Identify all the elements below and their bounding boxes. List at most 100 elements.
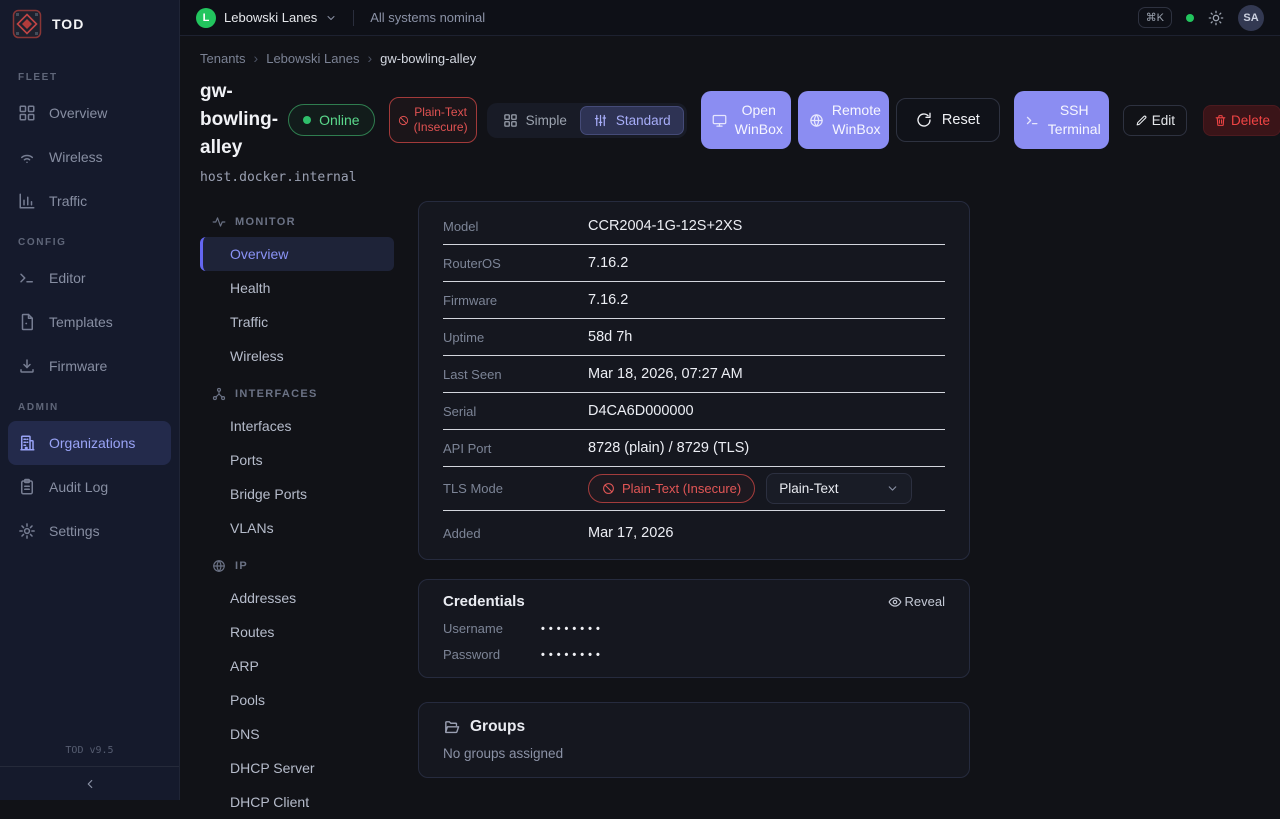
pencil-icon (1135, 114, 1148, 127)
sidebar-item-overview[interactable]: Overview (8, 91, 171, 135)
logo-row: TOD (0, 0, 179, 48)
terminal-icon (18, 269, 36, 287)
subnav-group-ip: IP (200, 551, 394, 581)
app-version: TOD v9.5 (0, 745, 179, 766)
online-dot-icon (303, 116, 311, 124)
sidebar-item-label: Traffic (49, 193, 87, 209)
grid-icon (18, 104, 36, 122)
subnav-item-dhcp-server[interactable]: DHCP Server (200, 751, 394, 785)
security-badge: Plain-Text (Insecure) (389, 97, 477, 143)
activity-icon (212, 215, 226, 229)
folder-icon (443, 719, 460, 736)
subnav-item-dhcp-client[interactable]: DHCP Client (200, 785, 394, 819)
sidebar-item-label: Editor (49, 270, 86, 286)
view-toggle-standard[interactable]: Standard (580, 106, 684, 135)
tls-mode-select[interactable]: Plain-Text (766, 473, 912, 504)
subnav-item-wireless[interactable]: Wireless (200, 339, 394, 373)
detail-row-added: Added Mar 17, 2026 (443, 511, 945, 555)
download-icon (18, 357, 36, 375)
subnav-item-bridge-ports[interactable]: Bridge Ports (200, 477, 394, 511)
terminal-icon (1025, 113, 1040, 128)
sidebar-item-label: Organizations (49, 435, 135, 451)
detail-row-firmware: Firmware 7.16.2 (443, 282, 945, 319)
device-subnav: MONITOR Overview Health Traffic Wireless… (200, 201, 394, 819)
sidebar-item-organizations[interactable]: Organizations (8, 421, 171, 465)
sidebar-item-templates[interactable]: Templates (8, 300, 171, 344)
system-status-text: All systems nominal (370, 10, 485, 25)
subnav-item-vlans[interactable]: VLANs (200, 511, 394, 545)
delete-button[interactable]: Delete (1203, 105, 1280, 136)
eye-icon (888, 595, 902, 609)
status-badge: Online (288, 104, 374, 136)
breadcrumb-tenants[interactable]: Tenants (200, 51, 246, 66)
sidebar-item-traffic[interactable]: Traffic (8, 179, 171, 223)
theme-toggle-button[interactable] (1208, 10, 1224, 26)
breadcrumb-tenant-name[interactable]: Lebowski Lanes (266, 51, 359, 66)
tls-insecure-badge: Plain-Text (Insecure) (588, 474, 755, 503)
subnav-item-traffic[interactable]: Traffic (200, 305, 394, 339)
credential-row-password: Password •••••••• (443, 647, 945, 662)
subnav-item-arp[interactable]: ARP (200, 649, 394, 683)
remote-winbox-button[interactable]: Remote WinBox (798, 91, 889, 149)
sidebar-item-label: Settings (49, 523, 100, 539)
section-label-config: CONFIG (8, 237, 171, 248)
chevron-down-icon (886, 482, 899, 495)
masked-password: •••••••• (541, 649, 604, 661)
topbar: L Lebowski Lanes All systems nominal ⌘K … (180, 0, 1280, 36)
section-label-admin: ADMIN (8, 402, 171, 413)
command-palette-shortcut[interactable]: ⌘K (1138, 7, 1172, 28)
edit-button[interactable]: Edit (1123, 105, 1187, 136)
topbar-divider (353, 10, 354, 26)
open-winbox-button[interactable]: Open WinBox (701, 91, 791, 149)
device-details-panel: Model CCR2004-1G-12S+2XS RouterOS 7.16.2… (418, 201, 970, 560)
sidebar-item-wireless[interactable]: Wireless (8, 135, 171, 179)
subnav-item-overview[interactable]: Overview (200, 237, 394, 271)
bar-chart-icon (18, 192, 36, 210)
tod-logo-icon (12, 9, 42, 39)
groups-title: Groups (470, 718, 525, 736)
gear-icon (18, 522, 36, 540)
globe-icon (809, 113, 824, 128)
user-avatar[interactable]: SA (1238, 5, 1264, 31)
subnav-item-addresses[interactable]: Addresses (200, 581, 394, 615)
tenant-switcher[interactable]: L Lebowski Lanes (196, 8, 337, 28)
view-toggle-simple[interactable]: Simple (490, 106, 580, 135)
subnav-item-interfaces[interactable]: Interfaces (200, 409, 394, 443)
sidebar-item-label: Firmware (49, 358, 107, 374)
subnav-item-pools[interactable]: Pools (200, 683, 394, 717)
refresh-icon (916, 112, 932, 128)
shield-off-icon (602, 482, 615, 495)
groups-panel: Groups No groups assigned (418, 702, 970, 778)
credential-row-username: Username •••••••• (443, 621, 945, 636)
credentials-title: Credentials (443, 593, 525, 610)
network-icon (212, 387, 226, 401)
reset-button[interactable]: Reset (896, 98, 1000, 142)
subnav-item-ports[interactable]: Ports (200, 443, 394, 477)
tenant-name: Lebowski Lanes (224, 10, 317, 25)
subnav-item-routes[interactable]: Routes (200, 615, 394, 649)
chevron-down-icon (325, 12, 337, 24)
sliders-icon (593, 113, 608, 128)
groups-empty-text: No groups assigned (443, 746, 945, 761)
view-mode-toggle: Simple Standard (487, 103, 687, 138)
building-icon (18, 434, 36, 452)
sidebar-item-settings[interactable]: Settings (8, 509, 171, 553)
ssh-terminal-button[interactable]: SSH Terminal (1014, 91, 1109, 149)
detail-row-uptime: Uptime 58d 7h (443, 319, 945, 356)
trash-icon (1214, 114, 1227, 127)
breadcrumb: Tenants › Lebowski Lanes › gw-bowling-al… (200, 50, 1256, 66)
subnav-item-dns[interactable]: DNS (200, 717, 394, 751)
health-dot (1186, 14, 1194, 22)
masked-username: •••••••• (541, 623, 604, 635)
sidebar: TOD FLEET Overview Wireless Traffic CONF… (0, 0, 180, 800)
sidebar-item-audit-log[interactable]: Audit Log (8, 465, 171, 509)
breadcrumb-current: gw-bowling-alley (380, 51, 476, 66)
sidebar-collapse-button[interactable] (0, 766, 179, 800)
sidebar-item-firmware[interactable]: Firmware (8, 344, 171, 388)
sidebar-item-label: Audit Log (49, 479, 108, 495)
sidebar-item-editor[interactable]: Editor (8, 256, 171, 300)
brand-name: TOD (52, 16, 84, 32)
device-hostname: host.docker.internal (200, 170, 1256, 185)
subnav-item-health[interactable]: Health (200, 271, 394, 305)
reveal-credentials-button[interactable]: Reveal (888, 594, 945, 609)
